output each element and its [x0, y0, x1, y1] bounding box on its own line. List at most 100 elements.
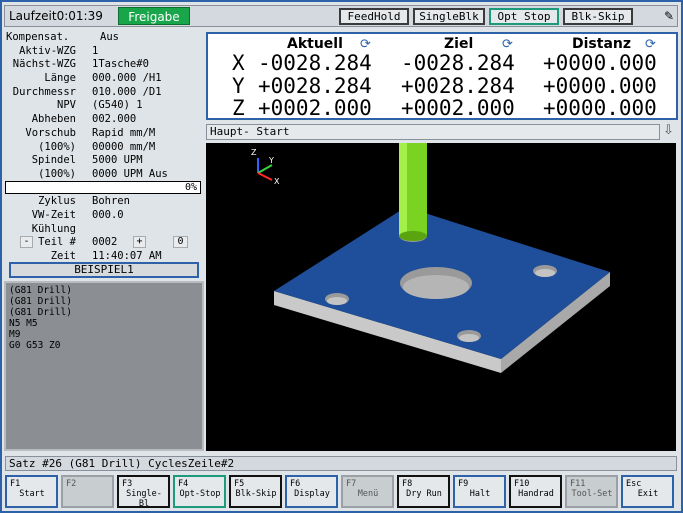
feedhold-button[interactable]: FeedHold [339, 8, 409, 25]
down-arrow-icon[interactable]: ⇩ [663, 123, 674, 138]
program-name[interactable]: BEISPIEL1 [9, 262, 199, 278]
f3-single-block-key[interactable]: F3 Single-Bl [117, 475, 170, 509]
gcode-line: G0 G53 Z0 [9, 340, 61, 351]
fkey-label: Dry Run [406, 489, 442, 499]
gcode-line: (G81 Drill) [9, 285, 72, 296]
teil-plus-button[interactable]: + [133, 236, 146, 248]
info-row: (100%) 00000 mm/M [4, 141, 202, 154]
fkey-key: F8 [402, 479, 413, 489]
freigabe-indicator: Freigabe [118, 7, 190, 25]
blkskip-button[interactable]: Blk-Skip [563, 8, 633, 25]
gcode-line: (G81 Drill) [9, 307, 72, 318]
f1-start-key[interactable]: F1 Start [5, 475, 58, 508]
info-value: 5000 UPM [92, 154, 143, 166]
fkey-key: F10 [514, 479, 530, 489]
info-label: (100%) [38, 168, 76, 180]
fkey-label: Menü [357, 489, 379, 499]
runtime-display: Laufzeit0:01:39 [9, 9, 103, 23]
fkey-label: Tool-Set [571, 489, 613, 499]
info-value: (G540) 1 [92, 99, 143, 111]
info-row: Abheben 002.000 [4, 113, 202, 126]
info-label: Durchmessr [12, 86, 76, 98]
info-label: (100%) [38, 141, 76, 153]
position-display: Aktuell ⟳ Ziel ⟳ Distanz ⟳ X -0028.284 -… [206, 32, 678, 120]
fkey-key: F1 [10, 479, 21, 489]
gcode-line: M9 [9, 329, 21, 340]
fkey-key: F9 [458, 479, 469, 489]
fkey-key: F7 [346, 479, 357, 489]
info-label: VW-Zeit [31, 209, 76, 221]
fkey-key: F6 [290, 479, 301, 489]
info-value: Bohren [92, 195, 130, 207]
gcode-line: (G81 Drill) [9, 296, 72, 307]
f11-tool-set-key[interactable]: F11 Tool-Set [565, 475, 618, 508]
gizmo-x-axis [257, 172, 273, 181]
fkey-key: Esc [626, 479, 642, 489]
axis-x-ziel: -0028.284 [401, 51, 515, 75]
screen-breadcrumb: Haupt- Start [206, 124, 660, 140]
f6-display-key[interactable]: F6 Display [285, 475, 338, 508]
info-value: 010.000 /D1 [92, 86, 162, 98]
drill-hole-floor [327, 297, 347, 305]
gizmo-y-label: Y [268, 156, 274, 165]
info-label: Aktiv-WZG [19, 45, 76, 57]
gcode-line: N5 M5 [9, 318, 38, 329]
f9-halt-key[interactable]: F9 Halt [453, 475, 506, 508]
axis-y-label: Y [232, 74, 245, 98]
zeit-value: 11:40:07 AM [92, 250, 162, 262]
info-row: Kompensat. Aus [4, 31, 202, 44]
info-row: Nächst-WZG 1Tasche#0 [4, 58, 202, 71]
axis-z-aktuell: +0002.000 [258, 96, 372, 120]
axis-z-label: Z [232, 96, 245, 120]
tool-tip [399, 231, 427, 241]
esc-exit-key[interactable]: Esc Exit [621, 475, 674, 508]
axis-z-ziel: +0002.000 [401, 96, 515, 120]
zeit-label: Zeit [50, 250, 76, 262]
info-value: 002.000 [92, 113, 137, 125]
fkey-key: F5 [234, 479, 245, 489]
toolpath-viewport[interactable]: Z Y X [206, 143, 676, 451]
info-value: 1 [92, 45, 99, 57]
teil-value: 0002 [92, 236, 118, 248]
gizmo-z-label: Z [251, 148, 257, 157]
tool-highlight [399, 143, 407, 236]
info-row: NPV (G540) 1 [4, 99, 202, 112]
fkey-label: Opt-Stop [179, 489, 221, 499]
part-preview: Z Y X [251, 143, 610, 373]
axis-y-ziel: +0028.284 [401, 74, 515, 98]
gizmo-x-label: X [274, 177, 280, 186]
refresh-icon[interactable]: ⟳ [645, 37, 656, 52]
teil-minus-button[interactable]: - [20, 236, 33, 248]
info-value: 0000 UPM Aus [92, 168, 168, 180]
refresh-icon[interactable]: ⟳ [360, 37, 371, 52]
singleblk-button[interactable]: SingleBlk [413, 8, 485, 25]
refresh-icon[interactable]: ⟳ [502, 37, 513, 52]
fkey-label: Blk-Skip [235, 489, 277, 499]
f8-dry-run-key[interactable]: F8 Dry Run [397, 475, 450, 508]
teil-reset-button[interactable]: 0 [173, 236, 188, 248]
info-row: Länge 000.000 /H1 [4, 72, 202, 85]
pen-icon[interactable]: ✎ [664, 9, 674, 23]
f7-menu-key[interactable]: F7 Menü [341, 475, 394, 508]
f10-handrad-key[interactable]: F10 Handrad [509, 475, 562, 508]
f5-blk-skip-key[interactable]: F5 Blk-Skip [229, 475, 282, 508]
info-label: Zyklus [38, 195, 76, 207]
info-row: Durchmessr 010.000 /D1 [4, 86, 202, 99]
fkey-key: F11 [570, 479, 586, 489]
optstop-button[interactable]: Opt Stop [489, 8, 559, 25]
center-pocket-floor [403, 275, 469, 299]
axis-z-distanz: +0000.000 [543, 96, 657, 120]
info-value: Aus [100, 31, 119, 43]
info-label: Nächst-WZG [12, 58, 76, 70]
drill-hole-floor [535, 269, 555, 277]
axis-x-aktuell: -0028.284 [258, 51, 372, 75]
fkey-label: Display [294, 489, 330, 499]
f2-key[interactable]: F2 [61, 475, 114, 508]
info-value: Rapid mm/M [92, 127, 156, 139]
header-aktuell: Aktuell [287, 36, 343, 52]
fkey-label: Halt [469, 489, 491, 499]
f4-opt-stop-key[interactable]: F4 Opt-Stop [173, 475, 226, 508]
gcode-listing[interactable]: (G81 Drill) (G81 Drill) (G81 Drill) N5 M… [4, 281, 204, 451]
teil-row: - Teil # 0002 + 0 [4, 236, 202, 249]
info-row: Vorschub Rapid mm/M [4, 127, 202, 140]
